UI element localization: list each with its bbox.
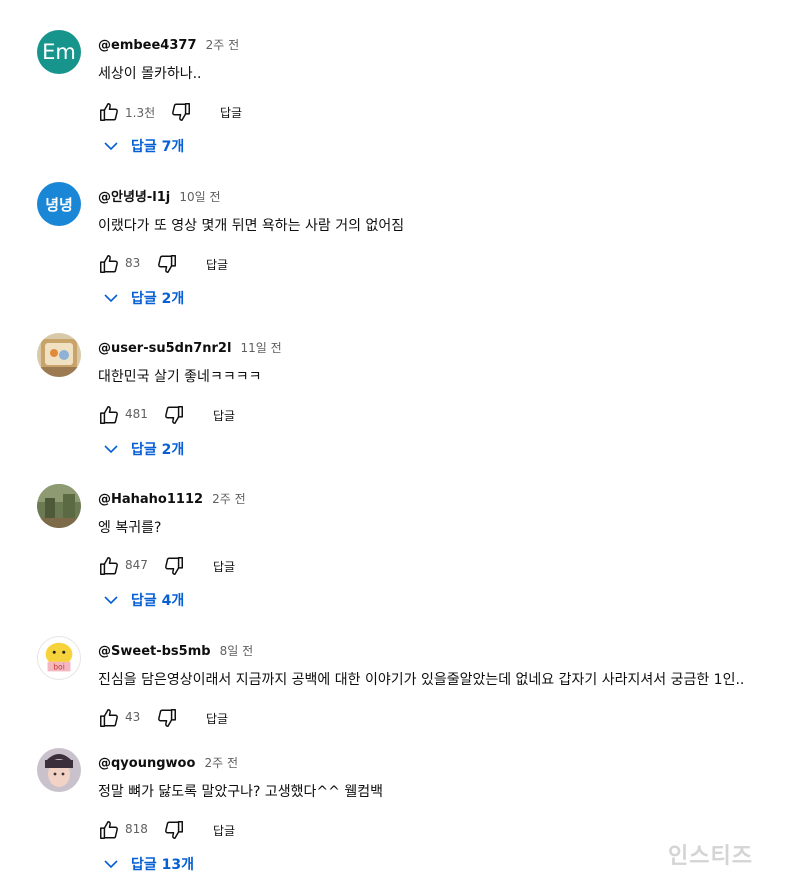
comment-item: @user-su5dn7nr2l 11일 전 대한민국 살기 좋네ㅋㅋㅋㅋ 48… [0, 323, 800, 474]
comment-header: @Hahaho1112 2주 전 [98, 488, 246, 507]
chevron-down-icon [102, 137, 120, 155]
view-replies-label: 답글 13개 [131, 857, 194, 873]
comment-actions: 818 답글 [96, 817, 396, 843]
view-replies-button[interactable]: 답글 7개 [102, 132, 184, 160]
view-replies-button[interactable]: 답글 2개 [102, 435, 184, 463]
comment-header: @user-su5dn7nr2l 11일 전 [98, 337, 282, 356]
avatar[interactable]: Em [37, 30, 81, 74]
comment-text: 이랬다가 또 영상 몇개 뒤면 욕하는 사람 거의 없어짐 [98, 218, 405, 234]
avatar-logo-text: boi [53, 662, 65, 671]
comment-actions: 83 답글 [96, 251, 396, 277]
avatar[interactable]: boi [37, 636, 81, 680]
comment-actions: 43 답글 [96, 705, 396, 731]
dislike-button[interactable] [161, 553, 187, 579]
dislike-button[interactable] [154, 705, 180, 731]
reply-button[interactable]: 답글 [213, 558, 235, 575]
thumbs-up-icon [100, 406, 118, 424]
thumbs-up-icon [100, 557, 118, 575]
thumbs-down-icon [165, 557, 183, 575]
like-button[interactable] [96, 553, 122, 579]
thumbs-down-icon [158, 255, 176, 273]
comment-time[interactable]: 2주 전 [206, 38, 240, 52]
chevron-down-icon [102, 855, 120, 873]
watermark: 인스티즈 [668, 844, 753, 869]
dislike-button[interactable] [168, 99, 194, 125]
comment-author[interactable]: @Sweet-bs5mb [98, 644, 211, 659]
view-replies-label: 답글 7개 [131, 139, 185, 155]
like-count: 83 [125, 256, 141, 270]
like-count: 43 [125, 710, 141, 724]
like-count: 818 [125, 822, 148, 836]
thumbs-up-icon [100, 821, 118, 839]
comment-header: @qyoungwoo 2주 전 [98, 752, 238, 771]
comment-text: 세상이 몰카하나.. [98, 66, 202, 82]
comment-item: Em @embee4377 2주 전 세상이 몰카하나.. 1.3천 답글 답글… [0, 20, 800, 171]
reply-button[interactable]: 답글 [213, 407, 235, 424]
dislike-button[interactable] [154, 251, 180, 277]
reply-button[interactable]: 답글 [213, 822, 235, 839]
like-count: 1.3천 [125, 106, 156, 120]
view-replies-label: 답글 2개 [131, 442, 185, 458]
avatar[interactable] [37, 748, 81, 792]
chevron-down-icon [102, 440, 120, 458]
avatar[interactable] [37, 333, 81, 377]
comment-author[interactable]: @qyoungwoo [98, 756, 195, 771]
like-button[interactable] [96, 402, 122, 428]
comment-author[interactable]: @user-su5dn7nr2l [98, 341, 231, 356]
chevron-down-icon [102, 591, 120, 609]
comment-item: 녕녕 @안녕녕-l1j 10일 전 이랬다가 또 영상 몇개 뒤면 욕하는 사람… [0, 172, 800, 323]
dislike-button[interactable] [161, 817, 187, 843]
comment-author[interactable]: @안녕녕-l1j [98, 190, 170, 205]
comment-header: @Sweet-bs5mb 8일 전 [98, 640, 253, 659]
view-replies-button[interactable]: 답글 4개 [102, 586, 184, 614]
reply-button[interactable]: 답글 [206, 710, 228, 727]
thumbs-up-icon [100, 709, 118, 727]
comment-text: 정말 뼈가 닳도록 말았구나? 고생했다^^ 웰컴백 [98, 784, 383, 800]
avatar[interactable] [37, 484, 81, 528]
comment-text: 엥 복귀를? [98, 520, 162, 536]
thumbs-down-icon [165, 821, 183, 839]
comment-text: 대한민국 살기 좋네ㅋㅋㅋㅋ [98, 369, 262, 385]
like-count: 847 [125, 558, 148, 572]
comment-time[interactable]: 2주 전 [212, 492, 246, 506]
view-replies-button[interactable]: 답글 2개 [102, 284, 184, 312]
reply-button[interactable]: 답글 [206, 256, 228, 273]
comment-actions: 1.3천 답글 [96, 99, 396, 125]
view-replies-button[interactable]: 답글 13개 [102, 850, 194, 878]
comment-header: @안녕녕-l1j 10일 전 [98, 186, 221, 205]
comment-text: 진심을 담은영상이래서 지금까지 공백에 대한 이야기가 있을줄알았는데 없네요… [98, 672, 745, 688]
reply-button[interactable]: 답글 [220, 104, 242, 121]
comment-time[interactable]: 10일 전 [179, 190, 220, 204]
comment-time[interactable]: 2주 전 [205, 756, 239, 770]
like-count: 481 [125, 407, 148, 421]
thumbs-up-icon [100, 103, 118, 121]
like-button[interactable] [96, 99, 122, 125]
comment-time[interactable]: 11일 전 [241, 341, 282, 355]
like-button[interactable] [96, 251, 122, 277]
thumbs-down-icon [165, 406, 183, 424]
thumbs-down-icon [172, 103, 190, 121]
avatar[interactable]: 녕녕 [37, 182, 81, 226]
view-replies-label: 답글 4개 [131, 593, 185, 609]
comment-author[interactable]: @Hahaho1112 [98, 492, 203, 507]
comment-actions: 847 답글 [96, 553, 396, 579]
thumbs-up-icon [100, 255, 118, 273]
view-replies-label: 답글 2개 [131, 291, 185, 307]
comment-item: @Hahaho1112 2주 전 엥 복귀를? 847 답글 답글 4개 [0, 474, 800, 625]
like-button[interactable] [96, 705, 122, 731]
like-button[interactable] [96, 817, 122, 843]
thumbs-down-icon [158, 709, 176, 727]
comment-header: @embee4377 2주 전 [98, 34, 239, 53]
comment-author[interactable]: @embee4377 [98, 38, 196, 53]
comment-actions: 481 답글 [96, 402, 396, 428]
dislike-button[interactable] [161, 402, 187, 428]
chevron-down-icon [102, 289, 120, 307]
comment-time[interactable]: 8일 전 [220, 644, 254, 658]
